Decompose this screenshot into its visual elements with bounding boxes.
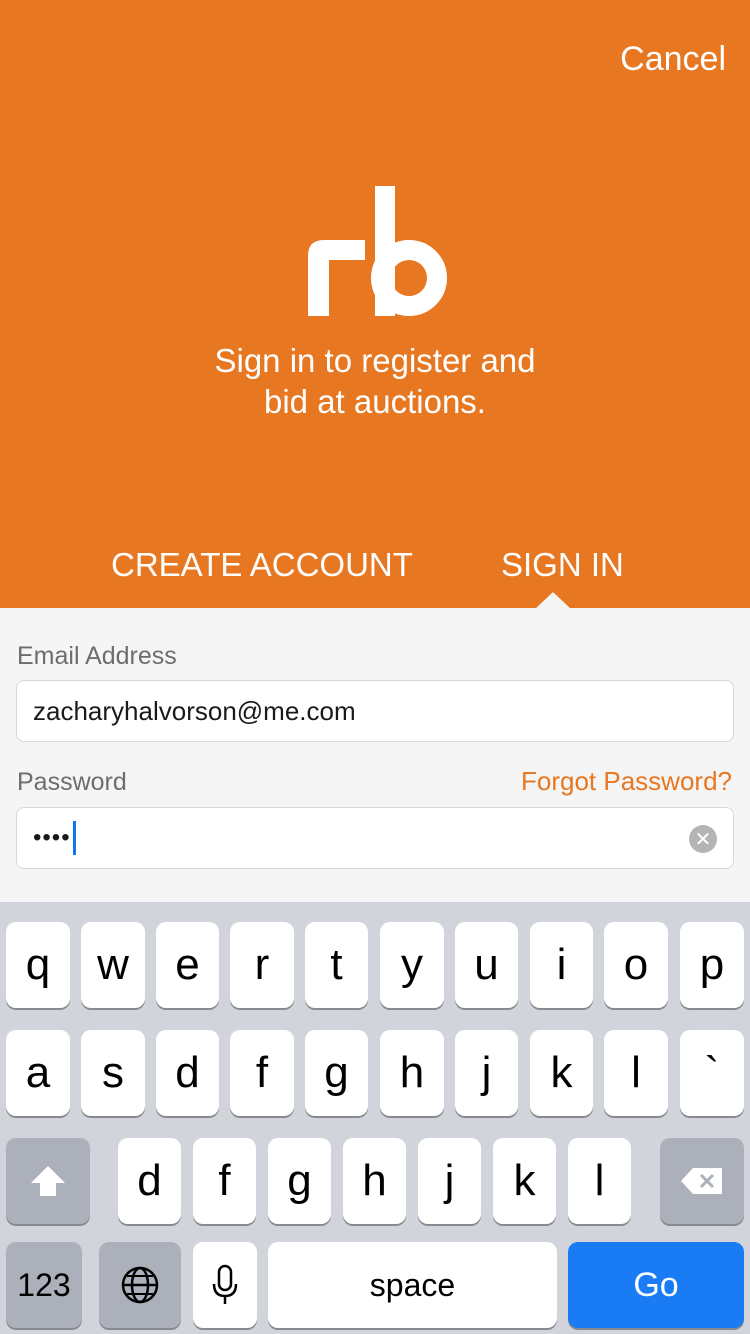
key-g-2[interactable]: g [268,1138,331,1224]
key-g[interactable]: g [305,1030,368,1116]
dictation-key[interactable] [193,1242,257,1328]
shift-icon [31,1166,65,1196]
tagline-line-1: Sign in to register and [214,342,536,379]
key-u[interactable]: u [455,922,518,1008]
key-j[interactable]: j [455,1030,518,1116]
rb-logo [308,186,447,316]
key-h-2[interactable]: h [343,1138,406,1224]
key-l-2[interactable]: l [568,1138,631,1224]
tab-create-account[interactable]: CREATE ACCOUNT [111,546,413,584]
shift-key[interactable] [6,1138,90,1224]
key-y[interactable]: y [380,922,444,1008]
microphone-icon [212,1264,238,1304]
key-k-2[interactable]: k [493,1138,556,1224]
key-k[interactable]: k [530,1030,593,1116]
key-e[interactable]: e [156,922,219,1008]
selected-tab-pointer [535,592,571,609]
globe-key[interactable] [99,1242,181,1328]
tagline-line-2: bid at auctions. [264,383,486,420]
key-q[interactable]: q [6,922,70,1008]
globe-icon [121,1266,159,1304]
email-label: Email Address [17,642,177,670]
key-d-2[interactable]: d [118,1138,181,1224]
space-key[interactable]: space [268,1242,557,1328]
password-label: Password [17,768,127,796]
key-s[interactable]: s [81,1030,145,1116]
key-i[interactable]: i [530,922,593,1008]
password-value: •••• [33,824,71,851]
text-cursor [72,821,76,855]
key-h[interactable]: h [380,1030,444,1116]
header: Cancel Sign in to register and bid at au… [0,0,750,609]
numbers-key[interactable]: 123 [6,1242,82,1328]
password-field[interactable]: •••• ✕ [16,807,734,869]
keyboard: q w e r t y u i o p a s d f g h j k l ` … [0,902,750,1334]
tab-sign-in[interactable]: SIGN IN [501,546,624,584]
backspace-icon [681,1168,722,1194]
key-f[interactable]: f [230,1030,294,1116]
key-d[interactable]: d [156,1030,219,1116]
key-backtick[interactable]: ` [680,1030,744,1116]
clear-icon[interactable]: ✕ [689,825,717,853]
key-t[interactable]: t [305,922,368,1008]
key-r[interactable]: r [230,922,294,1008]
delete-key[interactable] [660,1138,744,1224]
key-a[interactable]: a [6,1030,70,1116]
key-o[interactable]: o [604,922,668,1008]
email-field[interactable]: zacharyhalvorson@me.com [16,680,734,742]
go-button[interactable]: Go [568,1242,744,1328]
key-j-2[interactable]: j [418,1138,481,1224]
forgot-password-link[interactable]: Forgot Password? [521,766,732,797]
key-w[interactable]: w [81,922,145,1008]
key-f-2[interactable]: f [193,1138,256,1224]
key-l[interactable]: l [604,1030,668,1116]
cancel-button[interactable]: Cancel [620,40,726,79]
key-p[interactable]: p [680,922,744,1008]
email-value: zacharyhalvorson@me.com [33,695,356,726]
tagline: Sign in to register and bid at auctions. [0,340,750,422]
